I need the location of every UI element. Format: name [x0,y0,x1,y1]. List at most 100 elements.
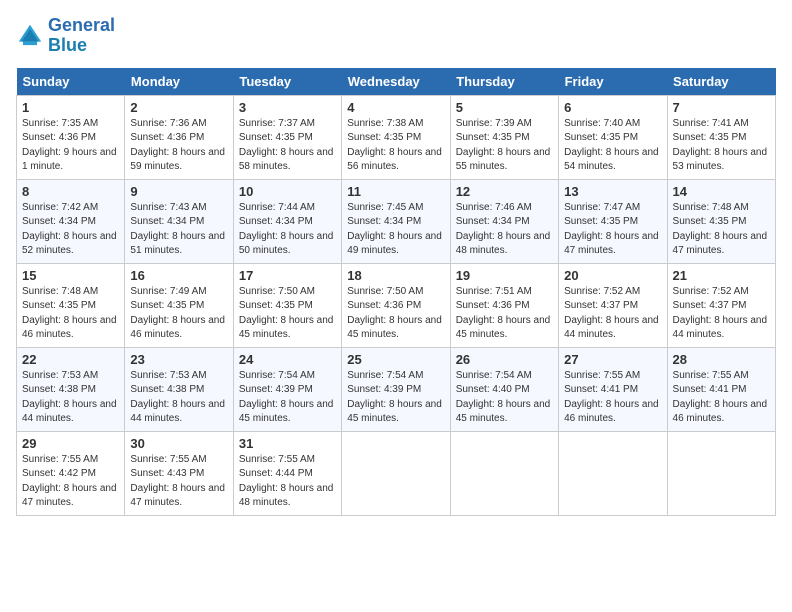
day-cell: 18 Sunrise: 7:50 AMSunset: 4:36 PMDayligh… [342,263,450,347]
col-header-friday: Friday [559,68,667,96]
day-info: Sunrise: 7:55 AMSunset: 4:42 PMDaylight:… [22,453,119,511]
day-cell: 10 Sunrise: 7:44 AMSunset: 4:34 PMDayligh… [233,179,341,263]
day-info: Sunrise: 7:46 AMSunset: 4:34 PMDaylight:… [456,201,553,259]
day-cell: 31Sunrise: 7:55 AMSunset: 4:44 PMDayligh… [233,431,341,515]
day-info: Sunrise: 7:47 AMSunset: 4:35 PMDaylight:… [564,201,661,259]
day-cell [450,431,558,515]
day-info: Sunrise: 7:53 AMSunset: 4:38 PMDaylight:… [130,369,227,427]
day-number: 21 [673,268,770,283]
day-cell: 11 Sunrise: 7:45 AMSunset: 4:34 PMDayligh… [342,179,450,263]
day-cell: 30 Sunrise: 7:55 AMSunset: 4:43 PMDayligh… [125,431,233,515]
day-number: 16 [130,268,227,283]
day-number: 10 [239,184,336,199]
day-number: 17 [239,268,336,283]
day-info: Sunrise: 7:42 AMSunset: 4:34 PMDaylight:… [22,201,119,259]
day-info: Sunrise: 7:53 AMSunset: 4:38 PMDaylight:… [22,369,119,427]
day-number: 12 [456,184,553,199]
day-info: Sunrise: 7:55 AMSunset: 4:43 PMDaylight:… [130,453,227,511]
day-info: Sunrise: 7:37 AMSunset: 4:35 PMDaylight:… [239,117,336,175]
day-number: 27 [564,352,661,367]
day-info: Sunrise: 7:52 AMSunset: 4:37 PMDaylight:… [564,285,661,343]
day-number: 5 [456,100,553,115]
header-row: SundayMondayTuesdayWednesdayThursdayFrid… [17,68,776,96]
day-number: 7 [673,100,770,115]
day-number: 30 [130,436,227,451]
day-number: 20 [564,268,661,283]
day-number: 6 [564,100,661,115]
day-info: Sunrise: 7:54 AMSunset: 4:39 PMDaylight:… [347,369,444,427]
day-info: Sunrise: 7:51 AMSunset: 4:36 PMDaylight:… [456,285,553,343]
col-header-wednesday: Wednesday [342,68,450,96]
day-info: Sunrise: 7:55 AMSunset: 4:41 PMDaylight:… [564,369,661,427]
week-row-4: 22Sunrise: 7:53 AMSunset: 4:38 PMDayligh… [17,347,776,431]
day-cell: 20 Sunrise: 7:52 AMSunset: 4:37 PMDayligh… [559,263,667,347]
day-info: Sunrise: 7:40 AMSunset: 4:35 PMDaylight:… [564,117,661,175]
day-cell: 22Sunrise: 7:53 AMSunset: 4:38 PMDayligh… [17,347,125,431]
logo-icon [16,22,44,50]
day-number: 25 [347,352,444,367]
day-info: Sunrise: 7:39 AMSunset: 4:35 PMDaylight:… [456,117,553,175]
day-number: 13 [564,184,661,199]
day-info: Sunrise: 7:50 AMSunset: 4:35 PMDaylight:… [239,285,336,343]
col-header-monday: Monday [125,68,233,96]
day-info: Sunrise: 7:45 AMSunset: 4:34 PMDaylight:… [347,201,444,259]
day-cell: 15Sunrise: 7:48 AMSunset: 4:35 PMDayligh… [17,263,125,347]
col-header-sunday: Sunday [17,68,125,96]
day-cell [667,431,775,515]
day-number: 8 [22,184,119,199]
day-number: 14 [673,184,770,199]
day-cell: 24Sunrise: 7:54 AMSunset: 4:39 PMDayligh… [233,347,341,431]
logo: General Blue [16,16,115,56]
day-info: Sunrise: 7:48 AMSunset: 4:35 PMDaylight:… [673,201,770,259]
day-cell: 19 Sunrise: 7:51 AMSunset: 4:36 PMDayligh… [450,263,558,347]
day-info: Sunrise: 7:48 AMSunset: 4:35 PMDaylight:… [22,285,119,343]
day-number: 3 [239,100,336,115]
day-number: 1 [22,100,119,115]
day-info: Sunrise: 7:55 AMSunset: 4:41 PMDaylight:… [673,369,770,427]
day-cell: 26Sunrise: 7:54 AMSunset: 4:40 PMDayligh… [450,347,558,431]
day-cell: 1 Sunrise: 7:35 AMSunset: 4:36 PMDaylight… [17,95,125,179]
day-number: 29 [22,436,119,451]
day-info: Sunrise: 7:55 AMSunset: 4:44 PMDaylight:… [239,453,336,511]
day-info: Sunrise: 7:36 AMSunset: 4:36 PMDaylight:… [130,117,227,175]
calendar-table: SundayMondayTuesdayWednesdayThursdayFrid… [16,68,776,516]
week-row-5: 29 Sunrise: 7:55 AMSunset: 4:42 PMDayligh… [17,431,776,515]
day-cell: 7 Sunrise: 7:41 AMSunset: 4:35 PMDaylight… [667,95,775,179]
day-info: Sunrise: 7:38 AMSunset: 4:35 PMDaylight:… [347,117,444,175]
day-info: Sunrise: 7:50 AMSunset: 4:36 PMDaylight:… [347,285,444,343]
day-cell: 6 Sunrise: 7:40 AMSunset: 4:35 PMDaylight… [559,95,667,179]
day-number: 18 [347,268,444,283]
day-cell: 16 Sunrise: 7:49 AMSunset: 4:35 PMDayligh… [125,263,233,347]
day-info: Sunrise: 7:49 AMSunset: 4:35 PMDaylight:… [130,285,227,343]
day-number: 19 [456,268,553,283]
day-info: Sunrise: 7:52 AMSunset: 4:37 PMDaylight:… [673,285,770,343]
week-row-3: 15Sunrise: 7:48 AMSunset: 4:35 PMDayligh… [17,263,776,347]
day-info: Sunrise: 7:43 AMSunset: 4:34 PMDaylight:… [130,201,227,259]
day-cell: 3 Sunrise: 7:37 AMSunset: 4:35 PMDaylight… [233,95,341,179]
week-row-2: 8 Sunrise: 7:42 AMSunset: 4:34 PMDaylight… [17,179,776,263]
day-info: Sunrise: 7:35 AMSunset: 4:36 PMDaylight:… [22,117,119,175]
day-cell: 17 Sunrise: 7:50 AMSunset: 4:35 PMDayligh… [233,263,341,347]
page-header: General Blue [16,16,776,56]
day-cell: 4 Sunrise: 7:38 AMSunset: 4:35 PMDaylight… [342,95,450,179]
day-cell: 9 Sunrise: 7:43 AMSunset: 4:34 PMDaylight… [125,179,233,263]
day-number: 4 [347,100,444,115]
day-number: 28 [673,352,770,367]
week-row-1: 1 Sunrise: 7:35 AMSunset: 4:36 PMDaylight… [17,95,776,179]
day-cell: 25 Sunrise: 7:54 AMSunset: 4:39 PMDayligh… [342,347,450,431]
day-number: 11 [347,184,444,199]
col-header-saturday: Saturday [667,68,775,96]
day-cell: 28 Sunrise: 7:55 AMSunset: 4:41 PMDayligh… [667,347,775,431]
day-number: 9 [130,184,227,199]
day-cell: 29 Sunrise: 7:55 AMSunset: 4:42 PMDayligh… [17,431,125,515]
col-header-thursday: Thursday [450,68,558,96]
logo-text: General Blue [48,16,115,56]
day-cell: 2Sunrise: 7:36 AMSunset: 4:36 PMDaylight… [125,95,233,179]
day-cell: 12 Sunrise: 7:46 AMSunset: 4:34 PMDayligh… [450,179,558,263]
day-info: Sunrise: 7:41 AMSunset: 4:35 PMDaylight:… [673,117,770,175]
day-cell: 23Sunrise: 7:53 AMSunset: 4:38 PMDayligh… [125,347,233,431]
day-info: Sunrise: 7:54 AMSunset: 4:40 PMDaylight:… [456,369,553,427]
day-cell: 8 Sunrise: 7:42 AMSunset: 4:34 PMDaylight… [17,179,125,263]
day-cell [559,431,667,515]
day-info: Sunrise: 7:44 AMSunset: 4:34 PMDaylight:… [239,201,336,259]
